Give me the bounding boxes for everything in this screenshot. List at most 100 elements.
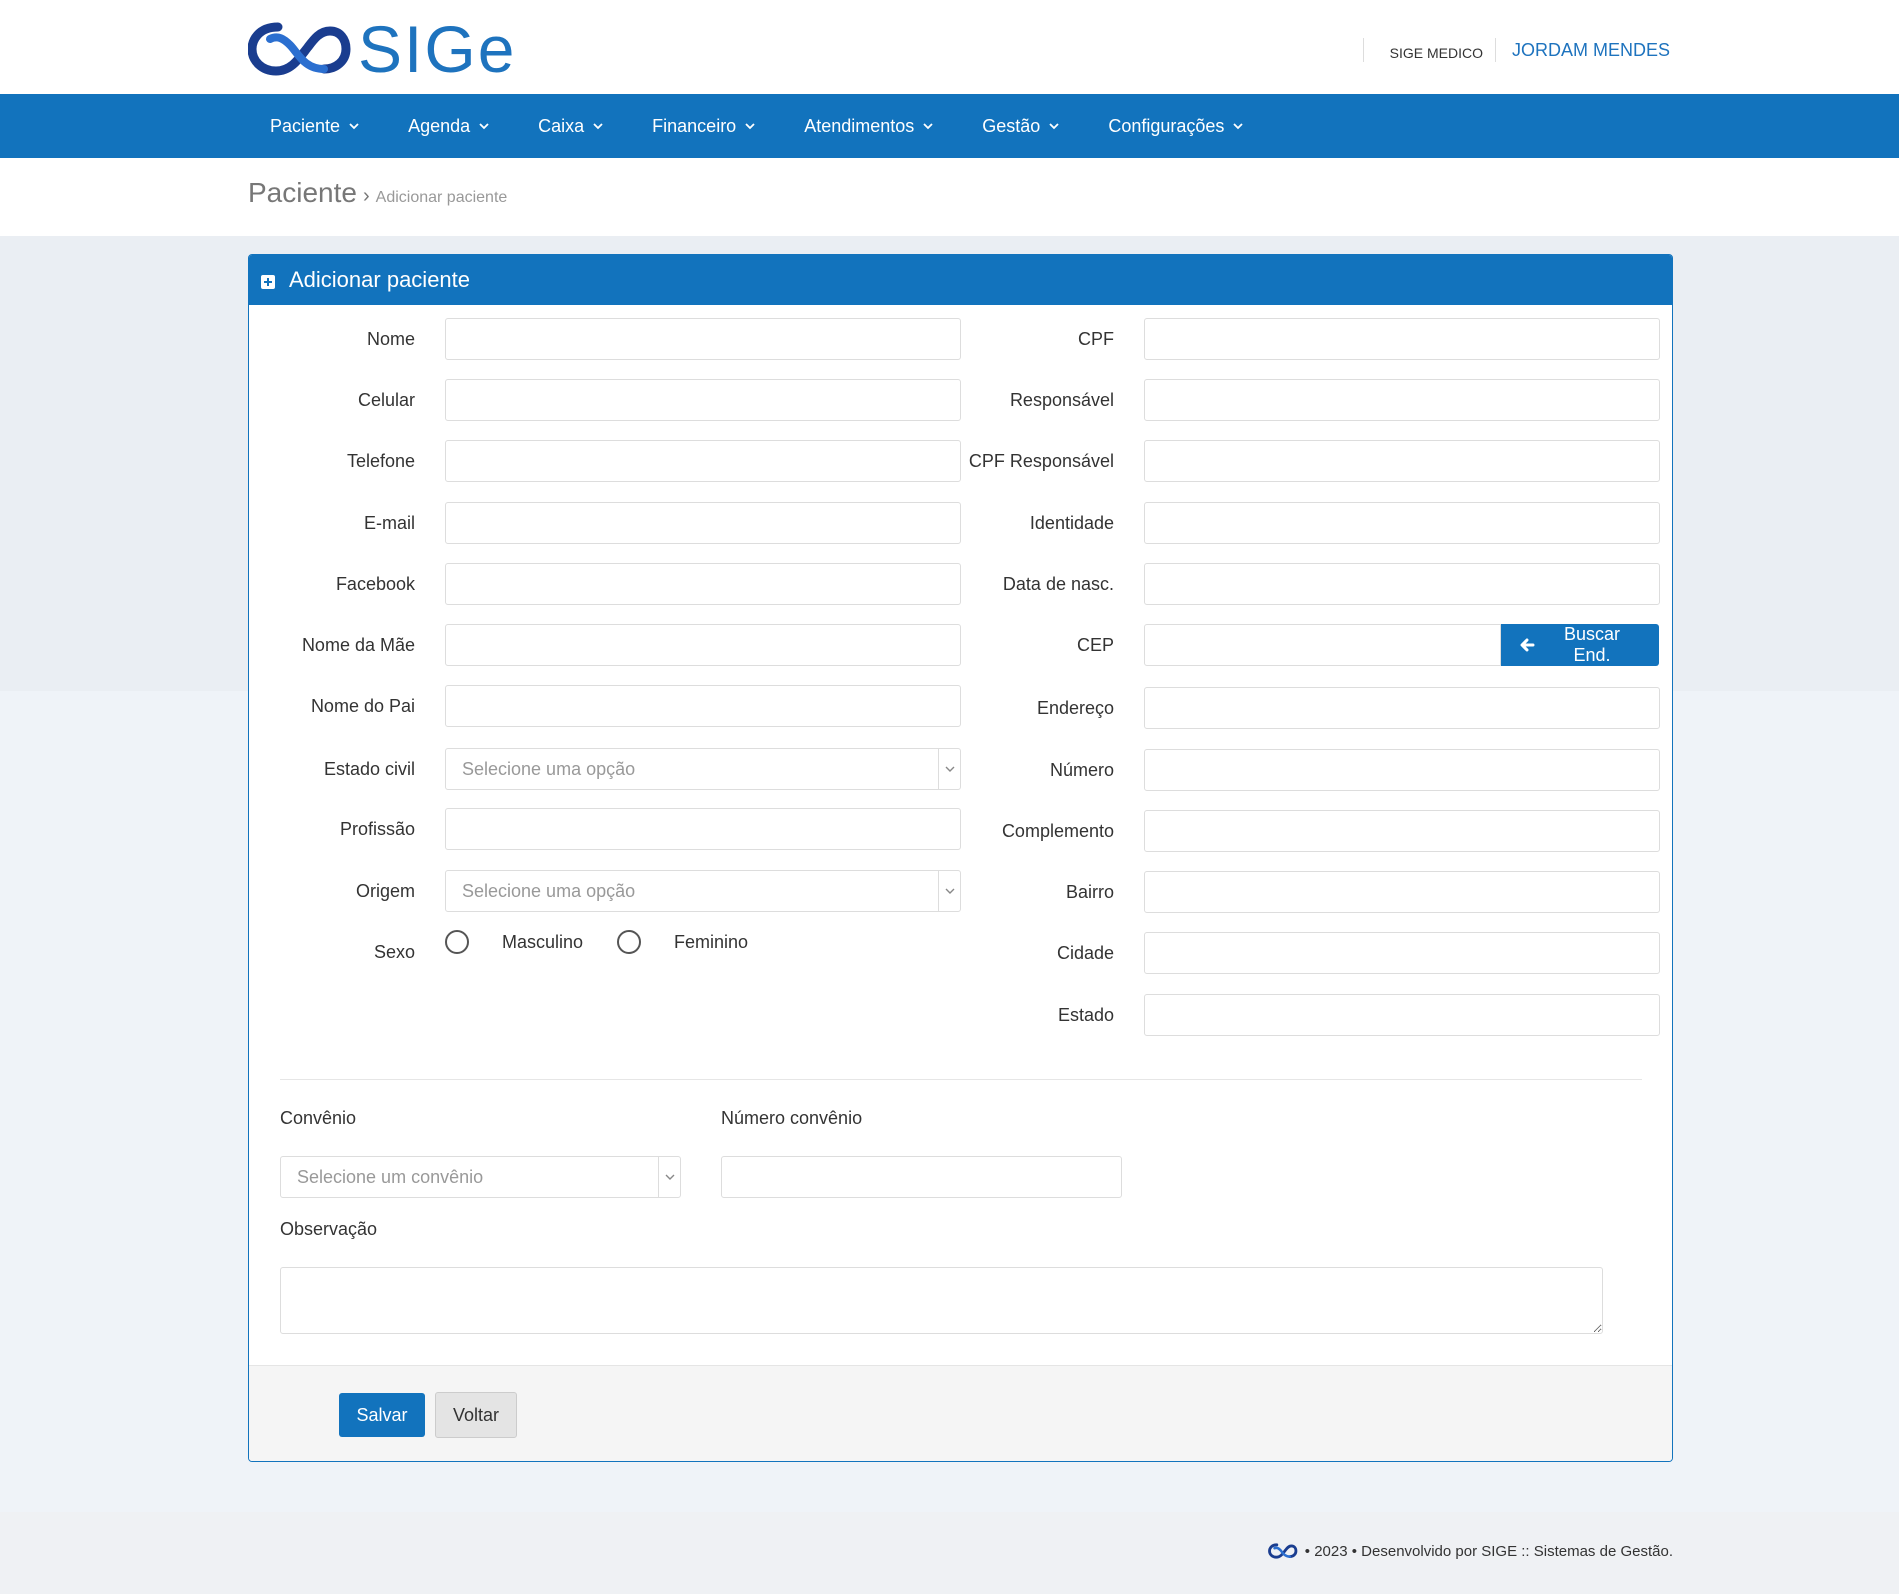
main-navbar: Paciente Agenda Caixa Financeiro Atendim…: [0, 94, 1899, 158]
complemento-input[interactable]: [1144, 810, 1660, 852]
nav-label: Atendimentos: [804, 115, 915, 136]
form-actions: Salvar Voltar: [249, 1365, 1672, 1461]
nav-item-financeiro[interactable]: Financeiro: [626, 94, 778, 158]
nav-label: Configurações: [1108, 115, 1225, 136]
salvar-button[interactable]: Salvar: [339, 1393, 425, 1437]
buscar-label: Buscar End.: [1563, 624, 1620, 665]
chevron-down-icon: [658, 1157, 680, 1197]
label-estado-civil: Estado civil: [323, 759, 415, 779]
label-telefone: Telefone: [346, 451, 415, 471]
label-cep: CEP: [1076, 635, 1114, 655]
data-nasc-input[interactable]: [1144, 563, 1660, 605]
nav-label: Agenda: [408, 115, 471, 136]
chevron-down-icon: [1049, 123, 1059, 130]
convenio-select[interactable]: Selecione um convênio: [280, 1156, 681, 1198]
estado-input[interactable]: [1144, 994, 1660, 1036]
cpf-responsavel-input[interactable]: [1144, 440, 1660, 482]
sige-logo[interactable]: SIGe: [248, 14, 516, 84]
estado-civil-select[interactable]: Selecione uma opção: [445, 748, 961, 790]
label-email: E-mail: [363, 513, 415, 533]
label-complemento: Complemento: [1001, 821, 1114, 841]
panel-header: Adicionar paciente: [249, 255, 1672, 305]
nav-item-paciente[interactable]: Paciente: [248, 94, 382, 158]
label-responsavel: Responsável: [1009, 390, 1114, 410]
label-profissao: Profissão: [339, 819, 415, 839]
breadcrumb-band: Paciente › Adicionar paciente: [0, 158, 1899, 236]
label-feminino[interactable]: Feminino: [674, 932, 748, 953]
origem-placeholder: Selecione uma opção: [462, 880, 636, 901]
label-celular: Celular: [357, 390, 415, 410]
footer-credits: • 2023 • Desenvolvido por SIGE :: Sistem…: [1267, 1542, 1673, 1560]
label-sexo: Sexo: [373, 942, 415, 962]
label-identidade: Identidade: [1029, 513, 1114, 533]
label-nome-mae: Nome da Mãe: [301, 635, 415, 655]
nav-item-atendimentos[interactable]: Atendimentos: [778, 94, 956, 158]
label-numero-convenio: Número convênio: [721, 1108, 863, 1128]
nav-item-agenda[interactable]: Agenda: [382, 94, 512, 158]
observacao-textarea[interactable]: [280, 1267, 1603, 1334]
label-cpf-responsavel: CPF Responsável: [968, 451, 1114, 471]
top-header: SIGe SIGE MEDICO JORDAM MENDES: [0, 0, 1899, 94]
numero-input[interactable]: [1144, 749, 1660, 791]
label-facebook: Facebook: [335, 574, 415, 594]
add-patient-panel: Adicionar paciente Nome Celular Telefone…: [248, 254, 1673, 1462]
chevron-down-icon: [593, 123, 603, 130]
infinity-logo-icon: [248, 22, 351, 76]
logo-wordmark: SIGe: [358, 12, 517, 86]
company-name[interactable]: SIGE MEDICO: [1364, 45, 1495, 61]
label-data-nasc: Data de nasc.: [1002, 574, 1114, 594]
nav-item-configuracoes[interactable]: Configurações: [1082, 94, 1266, 158]
label-nome: Nome: [366, 329, 415, 349]
radio-masculino[interactable]: [445, 930, 469, 954]
label-masculino[interactable]: Masculino: [502, 932, 583, 953]
user-area: SIGE MEDICO JORDAM MENDES: [1362, 38, 1670, 62]
chevron-down-icon: [938, 749, 960, 789]
user-menu[interactable]: JORDAM MENDES: [1496, 40, 1670, 61]
label-origem: Origem: [355, 881, 415, 901]
nav-label: Paciente: [270, 115, 341, 136]
telefone-input[interactable]: [445, 440, 961, 482]
page-title[interactable]: Paciente: [248, 177, 357, 209]
chevron-down-icon: [479, 123, 489, 130]
identidade-input[interactable]: [1144, 502, 1660, 544]
origem-select[interactable]: Selecione uma opção: [445, 870, 961, 912]
nav-label: Gestão: [982, 115, 1041, 136]
label-numero: Número: [1049, 760, 1114, 780]
arrow-left-icon: [1520, 638, 1535, 652]
label-bairro: Bairro: [1065, 882, 1114, 902]
breadcrumb: Paciente › Adicionar paciente: [248, 177, 507, 209]
nav-item-gestao[interactable]: Gestão: [956, 94, 1082, 158]
responsavel-input[interactable]: [1144, 379, 1660, 421]
nome-mae-input[interactable]: [445, 624, 961, 666]
email-input[interactable]: [445, 502, 961, 544]
estado-civil-placeholder: Selecione uma opção: [462, 758, 636, 779]
cpf-input[interactable]: [1144, 318, 1660, 360]
nome-pai-input[interactable]: [445, 685, 961, 727]
bairro-input[interactable]: [1144, 871, 1660, 913]
endereco-input[interactable]: [1144, 687, 1660, 729]
cidade-input[interactable]: [1144, 932, 1660, 974]
profissao-input[interactable]: [445, 808, 961, 850]
celular-input[interactable]: [445, 379, 961, 421]
nome-input[interactable]: [445, 318, 961, 360]
section-divider: [280, 1079, 1642, 1080]
cep-input[interactable]: [1144, 624, 1501, 666]
facebook-input[interactable]: [445, 563, 961, 605]
radio-feminino[interactable]: [617, 930, 641, 954]
chevron-down-icon: [938, 871, 960, 911]
page-footer: • 2023 • Desenvolvido por SIGE :: Sistem…: [0, 1512, 1899, 1594]
numero-convenio-input[interactable]: [721, 1156, 1122, 1198]
convenio-placeholder: Selecione um convênio: [297, 1166, 484, 1187]
chevron-down-icon: [923, 123, 933, 130]
nav-list: Paciente Agenda Caixa Financeiro Atendim…: [248, 94, 1266, 158]
label-nome-pai: Nome do Pai: [310, 696, 415, 716]
nav-label: Caixa: [538, 115, 585, 136]
voltar-button[interactable]: Voltar: [435, 1392, 517, 1438]
chevron-down-icon: [349, 123, 359, 130]
nav-label: Financeiro: [652, 115, 737, 136]
nav-item-caixa[interactable]: Caixa: [512, 94, 626, 158]
panel-title: Adicionar paciente: [289, 267, 471, 292]
breadcrumb-separator: ›: [362, 185, 370, 207]
label-cidade: Cidade: [1056, 943, 1114, 963]
buscar-endereco-button[interactable]: Buscar End.: [1501, 624, 1659, 666]
